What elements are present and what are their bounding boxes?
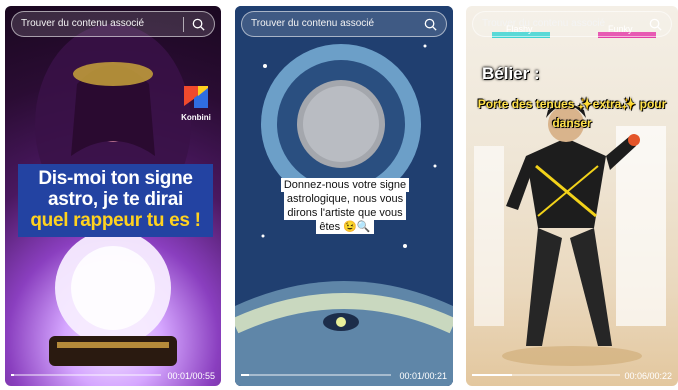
konbini-logo: Konbini <box>178 84 214 122</box>
search-bar[interactable]: Trouver du contenu associé <box>11 11 215 37</box>
search-placeholder: Trouver du contenu associé <box>482 18 606 29</box>
search-icon[interactable] <box>648 17 663 32</box>
search-bar[interactable]: Trouver du contenu associé <box>472 11 672 37</box>
search-icon[interactable] <box>191 17 206 32</box>
video-frame <box>474 104 666 366</box>
video-subtitle: Porte des tenues ✨extra✨ pour danser <box>477 97 667 130</box>
video-title-white: Dis-moi ton signe astro, je te dirai <box>38 168 193 210</box>
video-heading: Bélier : <box>482 64 540 83</box>
progress-bar[interactable] <box>11 374 161 376</box>
search-placeholder: Trouver du contenu associé <box>21 18 145 29</box>
search-divider <box>183 17 184 32</box>
konbini-logo-icon <box>184 86 208 108</box>
progress-fill <box>241 374 249 376</box>
progress-fill <box>472 374 512 376</box>
video-card-1[interactable]: Trouver du contenu associé Konbini Dis-m… <box>5 6 221 386</box>
video-caption-text: Donnez-nous votre signe astrologique, no… <box>280 178 410 234</box>
video-time: 00:06/00:22 <box>624 371 672 381</box>
search-icon[interactable] <box>423 17 438 32</box>
search-bar[interactable]: Trouver du contenu associé <box>241 11 447 37</box>
progress-bar[interactable] <box>241 374 391 376</box>
video-title: Dis-moi ton signe astro, je te dirai que… <box>18 164 213 237</box>
video-caption: Donnez-nous votre signe astrologique, no… <box>275 178 415 234</box>
video-time: 00:01/00:55 <box>167 371 215 381</box>
video-title-yellow: quel rappeur tu es ! <box>30 210 201 231</box>
progress-fill <box>11 374 14 376</box>
konbini-logo-text: Konbini <box>181 113 211 122</box>
video-time: 00:01/00:21 <box>399 371 447 381</box>
search-placeholder: Trouver du contenu associé <box>251 18 375 29</box>
video-card-2[interactable]: Trouver du contenu associé Donnez-nous v… <box>235 6 453 386</box>
video-card-3[interactable]: Flashy Funky Trouver du contenu associé … <box>466 6 678 386</box>
progress-bar[interactable] <box>472 374 620 376</box>
